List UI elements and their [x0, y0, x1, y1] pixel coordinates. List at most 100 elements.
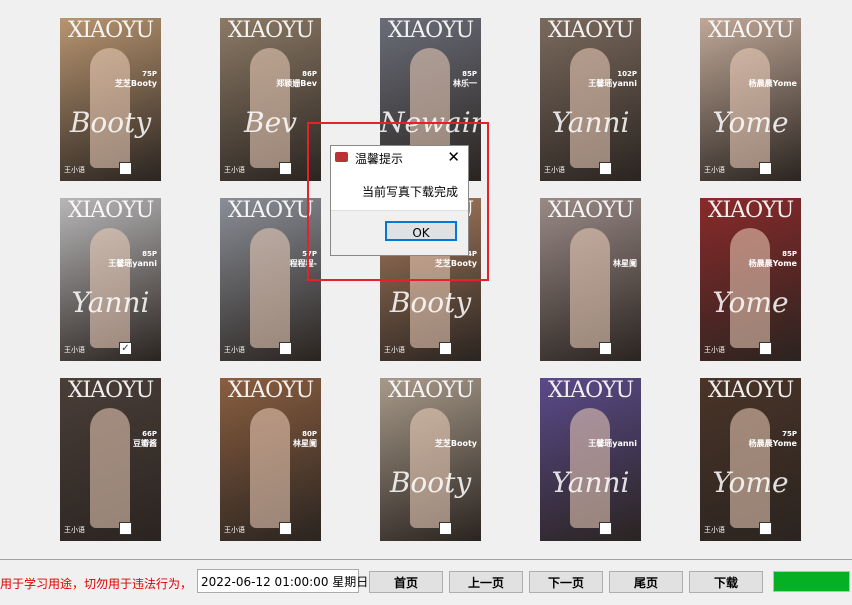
cover-brand: XIAOYU — [67, 198, 154, 223]
model-name: 芝芝Booty — [114, 79, 157, 88]
model-name: 郑颖姗Bev — [276, 79, 317, 88]
model-figure — [250, 408, 290, 528]
photo-count: 85P — [142, 250, 157, 258]
cover-script: Booty — [69, 106, 152, 139]
cover-brand: XIAOYU — [227, 378, 314, 403]
model-name: 芝芝Booty — [434, 439, 477, 448]
cover-thumbnail[interactable]: XIAOYU 85P 王馨瑶yanni Yanni 王小语 ✓ — [60, 198, 161, 361]
photographer: 王小语 — [704, 166, 725, 174]
select-checkbox[interactable]: ✓ — [119, 342, 132, 355]
cover-brand: XIAOYU — [707, 198, 794, 223]
photographer: 王小语 — [704, 526, 725, 534]
select-checkbox[interactable] — [759, 522, 772, 535]
photo-count: 85P — [782, 250, 797, 258]
cover-script: Yanni — [551, 106, 630, 139]
cover-brand: XIAOYU — [227, 198, 314, 223]
cover-brand: XIAOYU — [547, 378, 634, 403]
cover-script: Booty — [389, 466, 472, 499]
ok-button[interactable]: OK — [385, 221, 457, 241]
model-name: 杨晨晨Yome — [748, 259, 797, 268]
select-checkbox[interactable] — [279, 522, 292, 535]
select-checkbox[interactable] — [759, 342, 772, 355]
select-checkbox[interactable] — [119, 522, 132, 535]
cover-brand: XIAOYU — [547, 18, 634, 43]
datetime-display: 2022-06-12 01:00:00 星期日 — [197, 569, 368, 593]
cover-thumbnail[interactable]: XIAOYU 75P 杨晨晨Yome Yome 王小语 — [700, 378, 801, 541]
cover-brand: XIAOYU — [547, 198, 634, 223]
first-page-button[interactable]: 首页 — [369, 571, 443, 593]
divider — [0, 559, 852, 560]
cover-brand: XIAOYU — [387, 18, 474, 43]
model-name: 林乐一 — [453, 79, 477, 88]
photographer: 王小语 — [64, 526, 85, 534]
cover-thumbnail[interactable]: XIAOYU 85P 杨晨晨Yome Yome 王小语 — [700, 198, 801, 361]
select-checkbox[interactable] — [439, 522, 452, 535]
dialog-footer: OK — [331, 210, 468, 255]
prev-page-button[interactable]: 上一页 — [449, 571, 523, 593]
photographer: 王小语 — [224, 166, 245, 174]
cover-script: Yanni — [551, 466, 630, 499]
cover-thumbnail[interactable]: XIAOYU 80P 林星阑王小语 — [220, 378, 321, 541]
select-checkbox[interactable] — [599, 522, 612, 535]
app-icon — [335, 152, 348, 162]
photographer: 王小语 — [704, 346, 725, 354]
photo-count: 85P — [462, 70, 477, 78]
cover-brand: XIAOYU — [227, 18, 314, 43]
select-checkbox[interactable] — [759, 162, 772, 175]
cover-script: Yanni — [71, 286, 150, 319]
cover-thumbnail[interactable]: XIAOYU 75P 芝芝Booty Booty 王小语 — [60, 18, 161, 181]
photo-count: 80P — [302, 430, 317, 438]
model-name: 王馨瑶yanni — [588, 79, 637, 88]
dialog-message: 当前写真下载完成 — [361, 185, 458, 199]
model-figure — [250, 228, 290, 348]
close-icon[interactable]: ✕ — [447, 148, 460, 166]
disclaimer-text: 用于学习用途，切勿用于违法行为， — [0, 577, 193, 591]
download-button[interactable]: 下载 — [689, 571, 763, 593]
cover-script: Bev — [244, 106, 297, 139]
photo-count: 75P — [782, 430, 797, 438]
photographer: 王小语 — [64, 346, 85, 354]
cover-thumbnail[interactable]: XIAOYU 66P 豆瓣酱 王小语 — [60, 378, 161, 541]
photographer: 王小语 — [384, 346, 405, 354]
photo-count: 102P — [617, 70, 637, 78]
model-name: 王馨瑶yanni — [588, 439, 637, 448]
cover-script: Booty — [389, 286, 472, 319]
last-page-button[interactable]: 尾页 — [609, 571, 683, 593]
model-name: 林星阑 — [293, 439, 317, 448]
next-page-button[interactable]: 下一页 — [529, 571, 603, 593]
model-figure — [90, 408, 130, 528]
cover-brand: XIAOYU — [67, 378, 154, 403]
message-dialog: 温馨提示 ✕ 当前写真下载完成 OK — [330, 145, 469, 256]
model-name: 豆瓣酱 — [133, 439, 157, 448]
model-name: 林星阑 — [613, 259, 637, 268]
photographer: 王小语 — [224, 346, 245, 354]
cover-thumbnail[interactable]: XIAOYU 林星阑 — [540, 198, 641, 361]
cover-thumbnail[interactable]: XIAOYU 杨晨晨Yome Yome 王小语 — [700, 18, 801, 181]
photographer: 王小语 — [64, 166, 85, 174]
select-checkbox[interactable] — [599, 162, 612, 175]
cover-thumbnail[interactable]: XIAOYU 芝芝Booty Booty — [380, 378, 481, 541]
cover-brand: XIAOYU — [707, 18, 794, 43]
photo-count: 75P — [142, 70, 157, 78]
photo-count: 86P — [302, 70, 317, 78]
cover-brand: XIAOYU — [707, 378, 794, 403]
select-checkbox[interactable] — [279, 162, 292, 175]
select-checkbox[interactable] — [599, 342, 612, 355]
select-checkbox[interactable] — [439, 342, 452, 355]
cover-thumbnail[interactable]: XIAOYU 王馨瑶yanni Yanni — [540, 378, 641, 541]
cover-script: Yome — [712, 466, 789, 499]
model-name: 王馨瑶yanni — [108, 259, 157, 268]
cover-thumbnail[interactable]: XIAOYU 86P 郑颖姗Bev Bev 王小语 — [220, 18, 321, 181]
cover-script: Yome — [712, 106, 789, 139]
photographer: 王小语 — [224, 526, 245, 534]
model-figure — [570, 228, 610, 348]
cover-thumbnail[interactable]: XIAOYU 57P 程程程- 王小语 — [220, 198, 321, 361]
model-name: 杨晨晨Yome — [748, 439, 797, 448]
dialog-title: 温馨提示 — [355, 152, 404, 166]
cover-brand: XIAOYU — [67, 18, 154, 43]
cover-thumbnail[interactable]: XIAOYU 102P 王馨瑶yanni Yanni 王小语 — [540, 18, 641, 181]
select-checkbox[interactable] — [119, 162, 132, 175]
select-checkbox[interactable] — [279, 342, 292, 355]
cover-brand: XIAOYU — [387, 378, 474, 403]
cover-script: Yome — [712, 286, 789, 319]
